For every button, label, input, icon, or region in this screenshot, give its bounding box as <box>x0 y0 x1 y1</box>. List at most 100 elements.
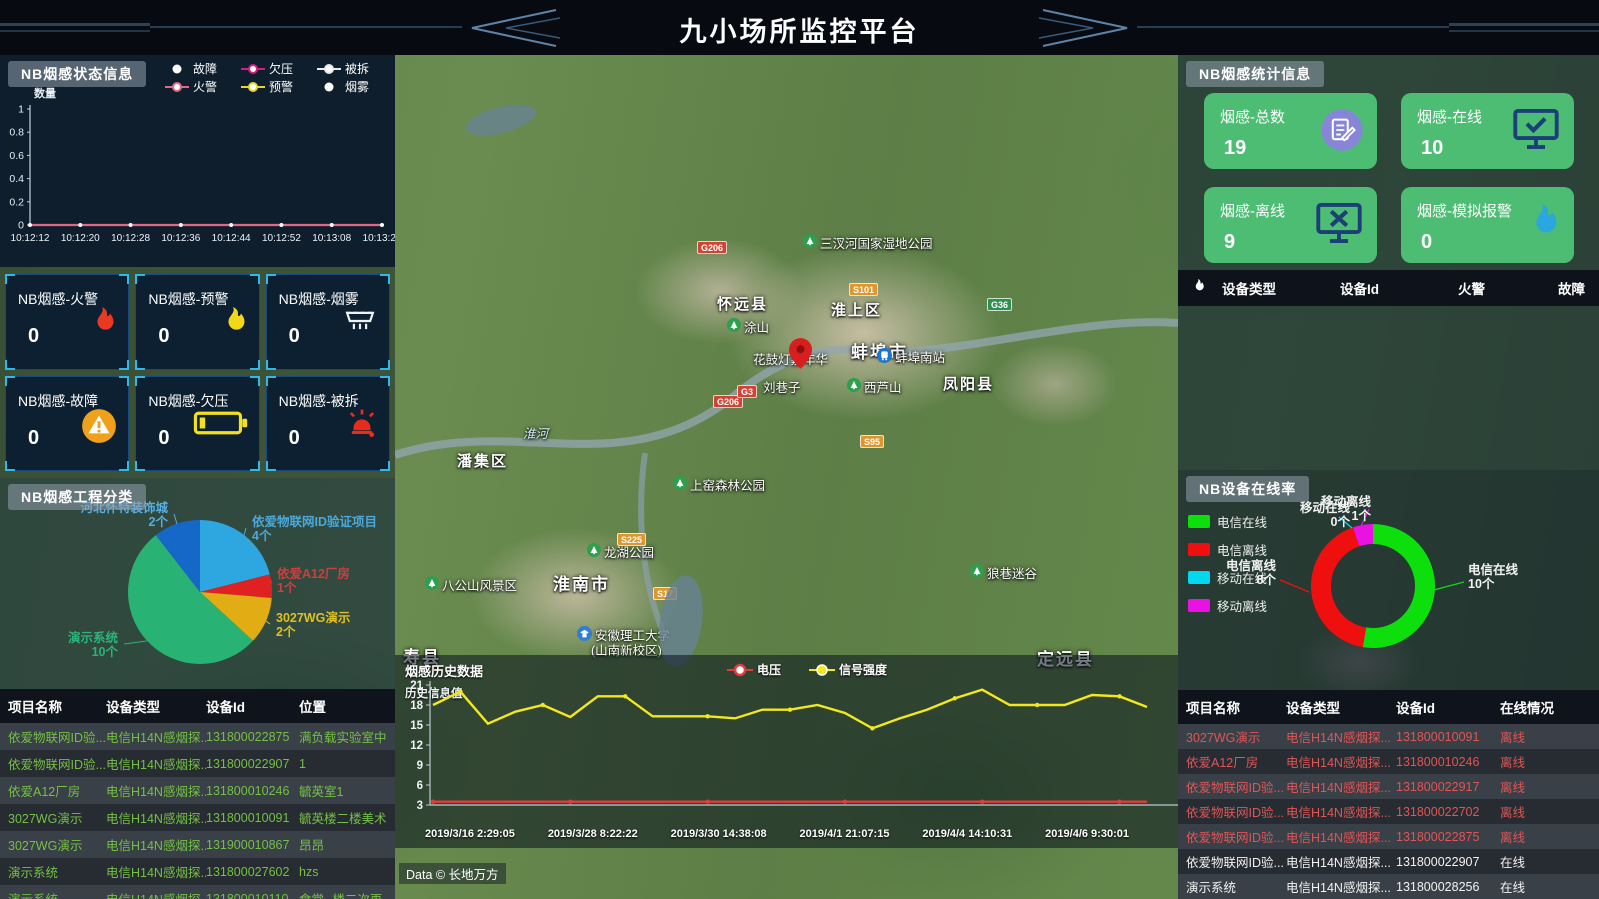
scenic-marker-icon <box>673 476 687 493</box>
legend-label: 移动在线 <box>1217 568 1267 587</box>
svg-text:10:12:44: 10:12:44 <box>212 233 251 244</box>
table-row[interactable]: 依爱物联网ID验...电信H14N感烟探...131800022875离线 <box>1178 824 1599 849</box>
svg-text:10个: 10个 <box>92 644 119 659</box>
legend-label: 被拆 <box>345 60 369 77</box>
table-cell: 电信H14N感烟探... <box>106 808 206 827</box>
map-poi-label-蚌埠南站: 蚌埠南站 <box>877 347 945 366</box>
corner-bracket <box>266 376 276 386</box>
table-row[interactable]: 依爱物联网ID验...电信H14N感烟探...131800022875满负载实验… <box>0 723 395 750</box>
legend-item-故障[interactable]: 故障 <box>165 60 241 77</box>
corner-bracket <box>119 360 129 370</box>
table-cell: 依爱物联网ID验... <box>1186 852 1286 871</box>
table-row[interactable]: 3027WG演示电信H14N感烟探...131800010091离线 <box>1178 724 1599 749</box>
svg-text:2个: 2个 <box>276 624 296 639</box>
table-cell: 131800022917 <box>1396 780 1500 794</box>
status-card-NB烟感-预警: NB烟感-预警 0 <box>135 274 259 370</box>
column-header: 位置 <box>299 696 387 716</box>
legend-item-欠压[interactable]: 欠压 <box>241 60 317 77</box>
table-row[interactable]: 演示系统电信H14N感烟探...131800010110食堂--楼二次再 <box>0 885 395 899</box>
table-cell: 131800010246 <box>206 784 299 798</box>
table-row[interactable]: 依爱物联网ID验...电信H14N感烟探...131800022702离线 <box>1178 799 1599 824</box>
flame-yellow-icon <box>217 305 249 346</box>
donut-legend-item-电信离线[interactable]: 电信离线 <box>1188 540 1267 559</box>
legend-label: 电信在线 <box>1217 512 1267 531</box>
corner-bracket <box>266 360 276 370</box>
legend-item-烟雾[interactable]: 烟雾 <box>317 78 393 95</box>
table-row[interactable]: 依爱物联网ID验...电信H14N感烟探...131800022907在线 <box>1178 849 1599 874</box>
donut-slice-电信在线[interactable] <box>1363 524 1435 648</box>
poi-label-text: 八公山风景区 <box>442 575 517 594</box>
table-cell: 离线 <box>1500 727 1591 746</box>
online-rate-panel: NB设备在线率 电信在线 电信离线 移动在线 移动离线 电信在线10个电信离线8… <box>1178 470 1599 690</box>
svg-text:10:13:08: 10:13:08 <box>312 233 351 244</box>
table-cell: 演示系统 <box>8 862 106 881</box>
svg-text:15: 15 <box>410 720 423 732</box>
table-row[interactable]: 3027WG演示电信H14N感烟探...131800010091毓英楼二楼美术.… <box>0 804 395 831</box>
stat-card-烟感-总数: 烟感-总数 19 <box>1204 93 1377 169</box>
donut-legend-item-移动离线[interactable]: 移动离线 <box>1188 596 1267 615</box>
table-cell: 离线 <box>1500 827 1591 846</box>
stat-card-烟感-在线: 烟感-在线 10 <box>1401 93 1574 169</box>
flame-red-icon <box>86 305 118 346</box>
poi-label-text: 狼巷迷谷 <box>987 563 1037 582</box>
table-row[interactable]: 演示系统电信H14N感烟探...131800028256在线 <box>1178 874 1599 899</box>
table-cell: hzs <box>299 865 387 879</box>
donut-legend-item-移动在线[interactable]: 移动在线 <box>1188 568 1267 587</box>
table-cell: 3027WG演示 <box>8 808 106 827</box>
table-row[interactable]: 依爱A12厂房电信H14N感烟探...131800010246离线 <box>1178 749 1599 774</box>
table-row[interactable]: 演示系统电信H14N感烟探...131800027602hzs <box>0 858 395 885</box>
legend-label: 信号强度 <box>839 661 887 678</box>
table-cell: 电信H14N感烟探... <box>106 781 206 800</box>
table-cell: 131900010867 <box>206 838 299 852</box>
map-pin-marker[interactable] <box>789 338 812 374</box>
x-axis-label: 2019/3/16 2:29:05 <box>425 828 515 840</box>
donut-legend-item-电信在线[interactable]: 电信在线 <box>1188 512 1267 531</box>
table-row[interactable]: 依爱物联网ID验...电信H14N感烟探...1318000229071 <box>0 750 395 777</box>
table-cell: 131800010091 <box>206 811 299 825</box>
table-cell: 电信H14N感烟探... <box>106 889 206 899</box>
svg-text:1个: 1个 <box>1352 508 1372 523</box>
table-cell: 离线 <box>1500 777 1591 796</box>
legend-line-marker <box>727 663 753 677</box>
table-row[interactable]: 依爱A12厂房电信H14N感烟探...131800010246毓英室1 <box>0 777 395 804</box>
table-cell: 依爱A12厂房 <box>1186 752 1286 771</box>
table-row[interactable]: 3027WG演示电信H14N感烟探...131900010867昂昂 <box>0 831 395 858</box>
poi-label-text: 三汊河国家湿地公园 <box>820 233 933 252</box>
table-cell: 3027WG演示 <box>1186 727 1286 746</box>
status-legend: 故障欠压 被拆火警预警烟雾 <box>165 60 393 95</box>
map-poi-label-三汊河国家湿地公园: 三汊河国家湿地公园 <box>803 233 933 252</box>
donut-slice-电信离线[interactable] <box>1311 527 1366 647</box>
table-cell: 电信H14N感烟探... <box>1286 827 1396 846</box>
legend-dot-marker <box>317 81 341 93</box>
table-cell: 离线 <box>1500 802 1591 821</box>
scenic-marker-icon <box>425 576 439 593</box>
map-city-label-怀远县: 怀远县 <box>717 293 768 314</box>
legend-item-火警[interactable]: 火警 <box>165 78 241 95</box>
header: 九小场所监控平台 <box>0 0 1599 55</box>
right-column: NB烟感统计信息 烟感-总数 19 烟感-在线 10 烟感-离线 9 烟感-模拟… <box>1178 55 1599 899</box>
card-value: 0 <box>289 427 300 450</box>
table-cell: 电信H14N感烟探... <box>106 835 206 854</box>
table-cell: 电信H14N感烟探... <box>106 727 206 746</box>
dashboard-stage: 怀远县淮上区蚌埠市凤阳县潘集区淮南市寿县定远县三汊河国家湿地公园涂山花鼓灯嘉年华… <box>0 55 1599 899</box>
history-legend-item-信号强度[interactable]: 信号强度 <box>809 661 887 678</box>
history-legend-item-电压[interactable]: 电压 <box>727 661 781 678</box>
status-card-NB烟感-欠压: NB烟感-欠压 0 <box>135 376 259 472</box>
legend-item-预警[interactable]: 预警 <box>241 78 317 95</box>
corner-bracket <box>135 360 145 370</box>
svg-text:2个: 2个 <box>149 514 169 529</box>
column-header: 设备Id <box>206 696 299 716</box>
svg-text:1: 1 <box>18 104 24 116</box>
legend-item-被拆[interactable]: 被拆 <box>317 60 393 77</box>
poi-label-text: 上窑森林公园 <box>690 475 765 494</box>
legend-dot-marker <box>809 663 835 677</box>
flame-white-icon <box>1178 277 1222 300</box>
svg-text:0个: 0个 <box>1331 514 1351 529</box>
table-cell: 131800010091 <box>1396 730 1500 744</box>
device-location-table: 项目名称设备类型设备Id位置依爱物联网ID验...电信H14N感烟探...131… <box>0 689 395 899</box>
table-cell: 电信H14N感烟探... <box>1286 727 1396 746</box>
table-row[interactable]: 依爱物联网ID验...电信H14N感烟探...131800022917离线 <box>1178 774 1599 799</box>
corner-bracket <box>380 360 390 370</box>
scenic-marker-icon <box>970 564 984 581</box>
corner-bracket <box>266 274 276 284</box>
